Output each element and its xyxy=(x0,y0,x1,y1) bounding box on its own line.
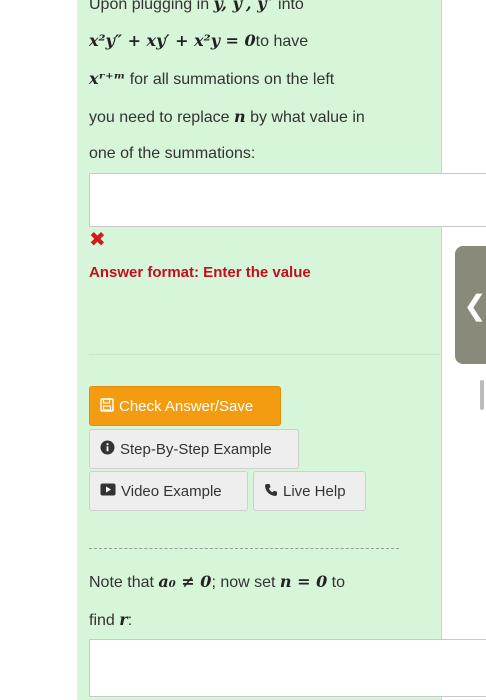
video-example-label: Video Example xyxy=(121,482,222,500)
collapse-side-panel-tab[interactable]: ❮ xyxy=(455,246,486,364)
live-help-button[interactable]: Live Help xyxy=(253,471,366,511)
section-divider xyxy=(89,548,399,549)
question-text: to have xyxy=(255,33,309,50)
check-answer-button[interactable]: Check Answer/Save xyxy=(89,386,281,426)
check-answer-label: Check Answer/Save xyxy=(119,397,254,415)
live-help-label: Live Help xyxy=(283,482,346,500)
question-text: ; now set xyxy=(211,574,280,591)
math-expression: y, y′, y″ xyxy=(213,0,274,13)
info-circle-icon xyxy=(100,440,115,458)
power-math: xʳ⁺ᵐ xyxy=(89,69,126,88)
question-text: find xyxy=(89,612,120,629)
answer-input-1[interactable] xyxy=(89,173,486,227)
question-text: by what value in xyxy=(245,109,365,126)
save-icon xyxy=(100,397,114,415)
question-text: you need to replace xyxy=(89,109,234,126)
math-expression: n = 0 xyxy=(279,572,328,591)
math-variable: n xyxy=(234,107,246,126)
video-example-button[interactable]: Video Example xyxy=(89,471,248,511)
question2-line-2: find r: xyxy=(89,610,132,630)
math-variable: r xyxy=(119,610,128,629)
step-by-step-label: Step-By-Step Example xyxy=(120,440,272,458)
panel-divider xyxy=(441,0,442,700)
divider xyxy=(89,354,441,355)
question-text: Upon plugging in xyxy=(89,0,214,13)
chevron-left-icon: ❮ xyxy=(463,289,486,321)
question-text: into xyxy=(273,0,304,13)
question-line-5: one of the summations: xyxy=(89,145,256,162)
question-line-2: x²y″ + xy′ + x²y = 0to have xyxy=(89,31,308,51)
question2-line-1: Note that a₀ ≠ 0; now set n = 0 to xyxy=(89,572,345,592)
scrollbar-thumb[interactable] xyxy=(480,380,484,410)
question-text: for all summations on the left xyxy=(125,71,335,88)
play-icon xyxy=(100,483,116,499)
question-panel xyxy=(77,0,441,700)
question-text: : xyxy=(127,612,133,629)
equation-math: x²y″ + xy′ + x²y = 0 xyxy=(89,31,256,50)
cross-icon: ✖ xyxy=(89,229,106,251)
answer-format-label: Answer format: Enter the value xyxy=(89,264,311,281)
question-line-3: xʳ⁺ᵐ for all summations on the left xyxy=(89,69,334,89)
step-by-step-button[interactable]: Step-By-Step Example xyxy=(89,429,299,469)
question-line-1: Upon plugging in y, y′, y″ into xyxy=(89,0,304,14)
question-text: Note that xyxy=(89,574,159,591)
question-line-4: you need to replace n by what value in xyxy=(89,107,365,127)
phone-icon xyxy=(264,483,278,500)
math-expression: a₀ ≠ 0 xyxy=(158,572,212,591)
question-text: to xyxy=(327,574,346,591)
answer-input-2[interactable] xyxy=(89,639,486,697)
